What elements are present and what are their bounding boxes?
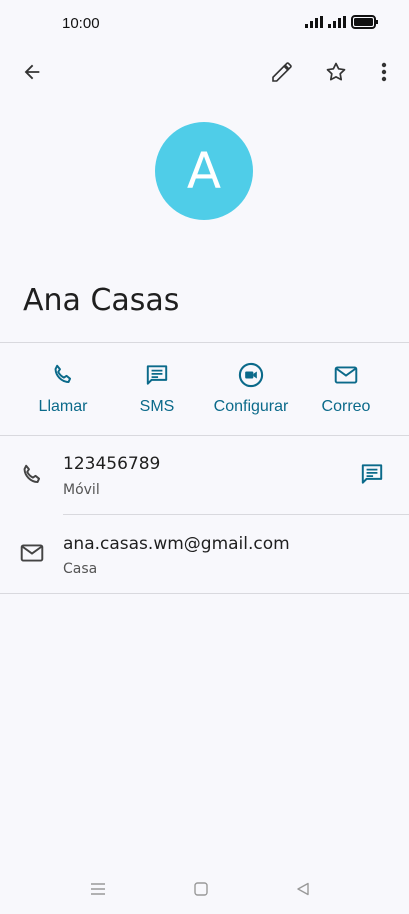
phone-number: 123456789 bbox=[63, 454, 161, 474]
call-action-button[interactable]: Llamar bbox=[18, 360, 108, 422]
star-icon bbox=[326, 62, 346, 81]
divider bbox=[0, 593, 409, 594]
email-action-label: Correo bbox=[321, 398, 371, 415]
call-action-label: Llamar bbox=[38, 398, 88, 415]
signal-icon bbox=[305, 16, 323, 28]
signal-2-icon bbox=[328, 16, 346, 28]
email-action-button[interactable]: Correo bbox=[301, 360, 391, 422]
contact-name: Ana Casas bbox=[23, 283, 180, 318]
recents-button[interactable] bbox=[81, 872, 115, 906]
mail-icon bbox=[20, 544, 44, 562]
mail-icon bbox=[334, 366, 358, 384]
battery-icon bbox=[351, 15, 378, 29]
email-address: ana.casas.wm@gmail.com bbox=[63, 534, 290, 554]
status-bar: 10:00 bbox=[0, 0, 409, 46]
arrow-back-icon bbox=[24, 64, 40, 80]
email-type: Casa bbox=[63, 561, 98, 577]
avatar-letter: A bbox=[186, 142, 222, 200]
menu-lines-icon bbox=[91, 883, 105, 895]
sms-action-label: SMS bbox=[139, 398, 175, 415]
more-options-button[interactable] bbox=[364, 52, 404, 92]
divider bbox=[0, 435, 409, 436]
divider bbox=[63, 514, 409, 515]
phone-row-icon-wrap bbox=[18, 461, 46, 489]
more-vert-icon bbox=[381, 62, 387, 82]
avatar[interactable]: A bbox=[155, 122, 253, 220]
phone-icon bbox=[54, 364, 72, 384]
favorite-button[interactable] bbox=[316, 52, 356, 92]
video-icon bbox=[238, 362, 264, 388]
message-icon bbox=[361, 464, 383, 484]
sms-action-button[interactable]: SMS bbox=[112, 360, 202, 422]
email-row-icon-wrap bbox=[18, 539, 46, 567]
send-sms-button[interactable] bbox=[352, 454, 392, 494]
phone-icon bbox=[23, 464, 41, 484]
back-nav-button[interactable] bbox=[286, 872, 320, 906]
back-button[interactable] bbox=[12, 52, 52, 92]
app-bar bbox=[0, 48, 409, 100]
status-icons bbox=[305, 15, 379, 29]
edit-button[interactable] bbox=[262, 52, 302, 92]
divider bbox=[0, 342, 409, 343]
message-icon bbox=[146, 365, 168, 385]
triangle-back-icon bbox=[297, 882, 309, 896]
square-icon bbox=[194, 882, 208, 896]
configure-action-button[interactable]: Configurar bbox=[206, 360, 296, 422]
system-nav-bar bbox=[0, 872, 409, 906]
pencil-icon bbox=[272, 62, 292, 82]
home-button[interactable] bbox=[184, 872, 218, 906]
configure-action-label: Configurar bbox=[213, 398, 289, 415]
status-time: 10:00 bbox=[62, 15, 100, 32]
phone-type: Móvil bbox=[63, 482, 100, 498]
